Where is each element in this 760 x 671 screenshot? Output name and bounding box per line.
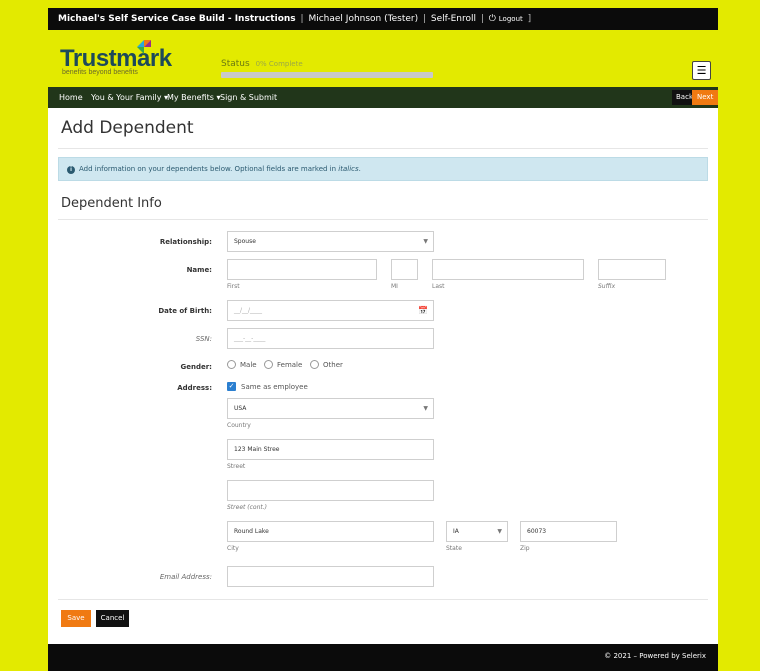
- chevron-down-icon: ▼: [423, 405, 428, 412]
- city-input[interactable]: Round Lake: [227, 521, 434, 542]
- relationship-select[interactable]: Spouse ▼: [227, 231, 434, 252]
- status-label: Status 0% Complete: [221, 59, 303, 69]
- street-value: 123 Main Stree: [234, 446, 280, 453]
- dob-input[interactable]: __/__/____ 📅: [227, 300, 434, 321]
- gender-male-radio[interactable]: [227, 360, 236, 369]
- separator: |: [300, 14, 304, 24]
- logo-tagline: benefits beyond benefits: [62, 69, 138, 76]
- book-icon[interactable]: ☰: [692, 61, 711, 80]
- country-value: USA: [234, 405, 247, 412]
- zip-value: 60073: [527, 528, 547, 535]
- header: Trustmark benefits beyond benefits Statu…: [48, 30, 718, 87]
- street-input[interactable]: 123 Main Stree: [227, 439, 434, 460]
- divider: [58, 599, 708, 600]
- status-title: Status: [221, 59, 250, 69]
- nav-home[interactable]: Home: [59, 87, 83, 108]
- suffix-input[interactable]: [598, 259, 666, 280]
- ssn-input[interactable]: ___-__-____: [227, 328, 434, 349]
- city-value: Round Lake: [234, 528, 269, 535]
- gender-other-label[interactable]: Other: [323, 361, 343, 369]
- suffix-hint: Suffix: [598, 283, 616, 290]
- info-icon: i: [67, 166, 75, 174]
- ssn-placeholder: ___-__-____: [234, 335, 266, 342]
- separator: ]: [527, 14, 532, 24]
- state-hint: State: [446, 545, 462, 552]
- gender-other-radio[interactable]: [310, 360, 319, 369]
- page-title: Add Dependent: [61, 118, 194, 138]
- calendar-icon[interactable]: 📅: [418, 301, 428, 321]
- gender-female-radio[interactable]: [264, 360, 273, 369]
- zip-input[interactable]: 60073: [520, 521, 617, 542]
- chevron-down-icon: ▼: [423, 238, 428, 245]
- logout-link[interactable]: Logout: [499, 15, 523, 23]
- info-alert: i Add information on your dependents belo…: [58, 157, 708, 181]
- next-button[interactable]: Next: [692, 90, 719, 105]
- separator: |: [422, 14, 427, 24]
- street-cont-input[interactable]: [227, 480, 434, 501]
- country-hint: Country: [227, 422, 251, 429]
- save-button[interactable]: Save: [61, 610, 91, 627]
- main-content: Add Dependent i Add information on your d…: [48, 108, 718, 644]
- email-label: Email Address:: [159, 573, 212, 581]
- email-input[interactable]: [227, 566, 434, 587]
- nav-sign-and-submit[interactable]: Sign & Submit: [220, 87, 277, 108]
- cancel-button[interactable]: Cancel: [96, 610, 129, 627]
- country-select[interactable]: USA ▼: [227, 398, 434, 419]
- top-bar: Michael's Self Service Case Build - Inst…: [48, 8, 718, 30]
- gender-male-label[interactable]: Male: [240, 361, 257, 369]
- page: Michael's Self Service Case Build - Inst…: [0, 0, 760, 671]
- state-value: IA: [453, 528, 459, 535]
- name-label: Name:: [186, 266, 212, 274]
- middle-initial-input[interactable]: [391, 259, 418, 280]
- address-label: Address:: [177, 384, 212, 392]
- middle-initial-hint: MI: [391, 283, 398, 290]
- street-hint: Street: [227, 463, 246, 470]
- zip-hint: Zip: [520, 545, 530, 552]
- main-nav: Home You & Your Family ▾ My Benefits ▾ S…: [48, 87, 719, 108]
- relationship-label: Relationship:: [159, 238, 212, 246]
- power-icon[interactable]: ⏻: [489, 14, 496, 24]
- last-name-hint: Last: [432, 283, 445, 290]
- case-build-instructions-link[interactable]: Michael's Self Service Case Build - Inst…: [58, 14, 296, 24]
- separator: |: [480, 14, 484, 24]
- section-title: Dependent Info: [61, 196, 162, 211]
- state-select[interactable]: IA ▼: [446, 521, 508, 542]
- nav-you-and-your-family[interactable]: You & Your Family ▾: [91, 87, 168, 108]
- same-as-employee-checkbox[interactable]: ✓: [227, 382, 236, 391]
- first-name-input[interactable]: [227, 259, 377, 280]
- first-name-hint: First: [227, 283, 240, 290]
- street-cont-hint: Street (cont.): [227, 504, 267, 511]
- last-name-input[interactable]: [432, 259, 584, 280]
- chevron-down-icon: ▼: [497, 528, 502, 535]
- alert-end: .: [358, 165, 361, 173]
- alert-italics: italics: [338, 165, 359, 173]
- self-enroll-label: Self-Enroll: [430, 14, 476, 24]
- alert-text: Add information on your dependents below…: [79, 165, 339, 173]
- status-detail: 0% Complete: [255, 60, 303, 68]
- ssn-label: SSN:: [195, 335, 212, 343]
- footer: © 2021 – Powered by Selerix: [48, 644, 718, 671]
- same-as-employee-label[interactable]: Same as employee: [241, 383, 308, 391]
- city-hint: City: [227, 545, 239, 552]
- divider: [58, 148, 708, 149]
- relationship-value: Spouse: [234, 238, 256, 245]
- nav-my-benefits[interactable]: My Benefits ▾: [167, 87, 220, 108]
- user-name: Michael Johnson (Tester): [308, 14, 419, 24]
- trustmark-logo-mark: [137, 40, 151, 54]
- dob-placeholder: __/__/____: [234, 307, 263, 314]
- dob-label: Date of Birth:: [158, 307, 212, 315]
- gender-female-label[interactable]: Female: [277, 361, 302, 369]
- progress-bar: [221, 72, 433, 78]
- gender-label: Gender:: [180, 363, 213, 371]
- footer-copyright: © 2021 – Powered by Selerix: [604, 652, 706, 660]
- divider: [58, 219, 708, 220]
